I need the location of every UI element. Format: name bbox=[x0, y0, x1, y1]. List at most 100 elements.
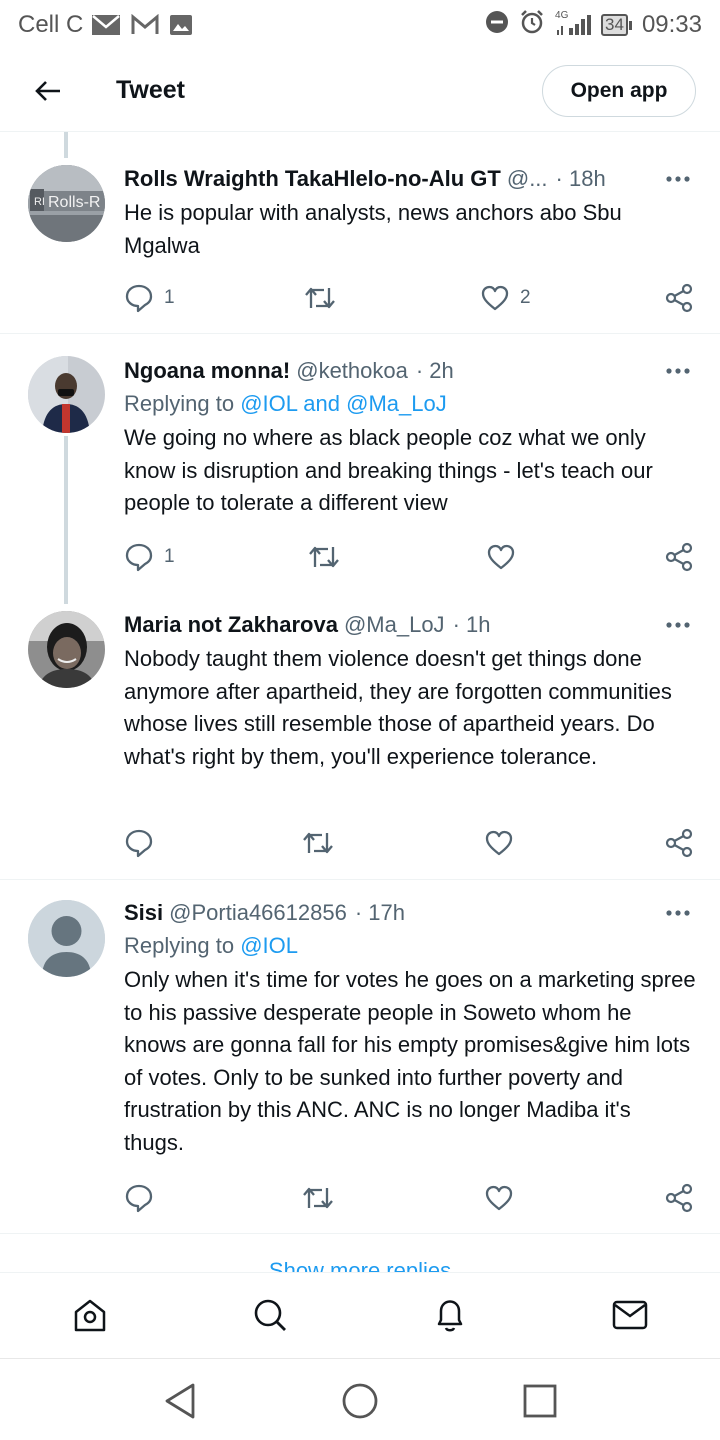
default-avatar[interactable] bbox=[28, 900, 105, 977]
reply-count: 1 bbox=[164, 287, 175, 308]
tweet-actions: 1 bbox=[124, 539, 696, 575]
share-icon bbox=[665, 283, 693, 313]
tweet-text: We going no where as black people coz wh… bbox=[124, 425, 653, 515]
mail-icon[interactable] bbox=[610, 1295, 650, 1335]
share-icon bbox=[665, 828, 693, 858]
reply-button[interactable] bbox=[124, 1180, 164, 1216]
recents-square-icon[interactable] bbox=[520, 1381, 560, 1421]
carrier-label: Cell C bbox=[18, 11, 84, 38]
reply-icon bbox=[125, 284, 153, 313]
author-handle[interactable]: @Portia46612856 bbox=[169, 898, 347, 928]
more-options-icon[interactable] bbox=[666, 610, 690, 640]
back-button[interactable] bbox=[24, 67, 72, 115]
page-title: Tweet bbox=[116, 76, 185, 104]
tweet-time[interactable]: · 18h bbox=[556, 164, 606, 194]
author-name[interactable]: Maria not Zakharova bbox=[124, 610, 338, 640]
retweet-button[interactable] bbox=[304, 280, 346, 316]
more-options-icon[interactable] bbox=[666, 164, 690, 194]
email-notification-icon bbox=[91, 14, 121, 36]
replying-to: Replying to @IOL and @Ma_LoJ bbox=[124, 389, 696, 419]
retweet-button[interactable] bbox=[308, 539, 350, 575]
signal-icon: 4G bbox=[555, 10, 592, 36]
like-button[interactable] bbox=[484, 1180, 524, 1216]
tweet-content: Rolls Wraighth TakaHlelo-no-Alu GT @... … bbox=[124, 164, 696, 262]
share-icon bbox=[665, 542, 693, 572]
home-icon[interactable] bbox=[70, 1295, 110, 1335]
author-name[interactable]: Sisi bbox=[124, 898, 163, 928]
show-more-replies-link[interactable]: Show more replies bbox=[0, 1256, 720, 1272]
share-button[interactable] bbox=[664, 825, 694, 861]
share-button[interactable] bbox=[664, 1180, 694, 1216]
replying-to: Replying to @IOL bbox=[124, 931, 696, 961]
avatar[interactable] bbox=[28, 356, 105, 433]
search-icon[interactable] bbox=[250, 1295, 290, 1335]
network-type-label: 4G bbox=[555, 10, 569, 21]
author-handle[interactable]: @kethokoa bbox=[296, 356, 408, 386]
share-icon bbox=[665, 1183, 693, 1213]
author-name[interactable]: Rolls Wraighth TakaHlelo-no-Alu GT bbox=[124, 164, 501, 194]
gmail-notification-icon bbox=[131, 14, 159, 36]
top-app-bar: Tweet Open app bbox=[0, 50, 720, 132]
tweet-card[interactable]: RR Rolls-R Rolls Wraighth TakaHlelo-no-A… bbox=[0, 132, 720, 334]
tweet-actions: 1 2 bbox=[124, 280, 696, 316]
retweet-icon bbox=[303, 1187, 333, 1209]
thread-line bbox=[64, 436, 68, 604]
tweet-header: Sisi @Portia46612856 · 17h bbox=[124, 898, 696, 928]
tweet-text: Only when it's time for votes he goes on… bbox=[124, 967, 696, 1155]
like-button[interactable]: 2 bbox=[480, 280, 531, 316]
retweet-icon bbox=[303, 832, 333, 854]
system-nav-bar bbox=[0, 1358, 720, 1440]
reply-button[interactable]: 1 bbox=[124, 539, 175, 575]
share-button[interactable] bbox=[664, 539, 694, 575]
reply-button[interactable] bbox=[124, 825, 164, 861]
like-count: 2 bbox=[520, 287, 531, 308]
reply-icon bbox=[125, 1184, 153, 1213]
reply-button[interactable]: 1 bbox=[124, 280, 175, 316]
tweet-card[interactable]: Maria not Zakharova @Ma_LoJ · 1h Nobody … bbox=[0, 598, 720, 880]
retweet-icon bbox=[309, 546, 339, 568]
open-app-button[interactable]: Open app bbox=[542, 65, 696, 117]
more-options-icon[interactable] bbox=[666, 898, 690, 928]
author-handle[interactable]: @Ma_LoJ bbox=[344, 610, 445, 640]
reply-icon bbox=[125, 829, 153, 858]
tweet-text: Nobody taught them violence doesn't get … bbox=[124, 646, 672, 769]
tweet-header: Maria not Zakharova @Ma_LoJ · 1h bbox=[124, 610, 696, 640]
heart-icon bbox=[485, 830, 513, 856]
replying-to-users[interactable]: @IOL bbox=[240, 933, 298, 958]
more-options-icon[interactable] bbox=[666, 356, 690, 386]
tweet-card[interactable]: Sisi @Portia46612856 · 17h Replying to @… bbox=[0, 880, 720, 1234]
share-button[interactable] bbox=[664, 280, 694, 316]
heart-icon bbox=[487, 544, 515, 570]
author-handle[interactable]: @... bbox=[507, 164, 548, 194]
alarm-icon bbox=[519, 9, 545, 42]
reply-count: 1 bbox=[164, 546, 175, 567]
tweet-time[interactable]: · 2h bbox=[416, 356, 454, 386]
status-bar: Cell C 4G 34 09:33 bbox=[0, 0, 720, 50]
reply-icon bbox=[125, 543, 153, 572]
bell-icon[interactable] bbox=[430, 1295, 470, 1335]
author-name[interactable]: Ngoana monna! bbox=[124, 356, 290, 386]
like-button[interactable] bbox=[484, 825, 524, 861]
tweet-card[interactable]: Ngoana monna! @kethokoa · 2h Replying to… bbox=[0, 334, 720, 604]
avatar[interactable]: RR Rolls-R bbox=[28, 165, 105, 242]
avatar[interactable] bbox=[28, 611, 105, 688]
heart-icon bbox=[485, 1185, 513, 1211]
battery-level: 34 bbox=[601, 14, 628, 36]
like-button[interactable] bbox=[486, 539, 526, 575]
retweet-button[interactable] bbox=[302, 1180, 344, 1216]
gallery-notification-icon bbox=[169, 14, 193, 36]
clock: 09:33 bbox=[641, 11, 702, 38]
replying-to-prefix: Replying to bbox=[124, 391, 235, 416]
retweet-button[interactable] bbox=[302, 825, 344, 861]
tweet-content: Sisi @Portia46612856 · 17h Replying to @… bbox=[124, 898, 696, 1159]
do-not-disturb-icon bbox=[485, 10, 509, 41]
replying-to-users[interactable]: @IOL and @Ma_LoJ bbox=[240, 391, 447, 416]
back-triangle-icon[interactable] bbox=[160, 1381, 200, 1421]
tweet-time[interactable]: · 1h bbox=[453, 610, 491, 640]
avatar-logo-text: Rolls-R bbox=[48, 194, 100, 211]
tweet-time[interactable]: · 17h bbox=[355, 898, 405, 928]
home-circle-icon[interactable] bbox=[340, 1381, 380, 1421]
tweet-content: Ngoana monna! @kethokoa · 2h Replying to… bbox=[124, 356, 696, 520]
heart-icon bbox=[481, 285, 509, 311]
tweet-header: Ngoana monna! @kethokoa · 2h bbox=[124, 356, 696, 386]
